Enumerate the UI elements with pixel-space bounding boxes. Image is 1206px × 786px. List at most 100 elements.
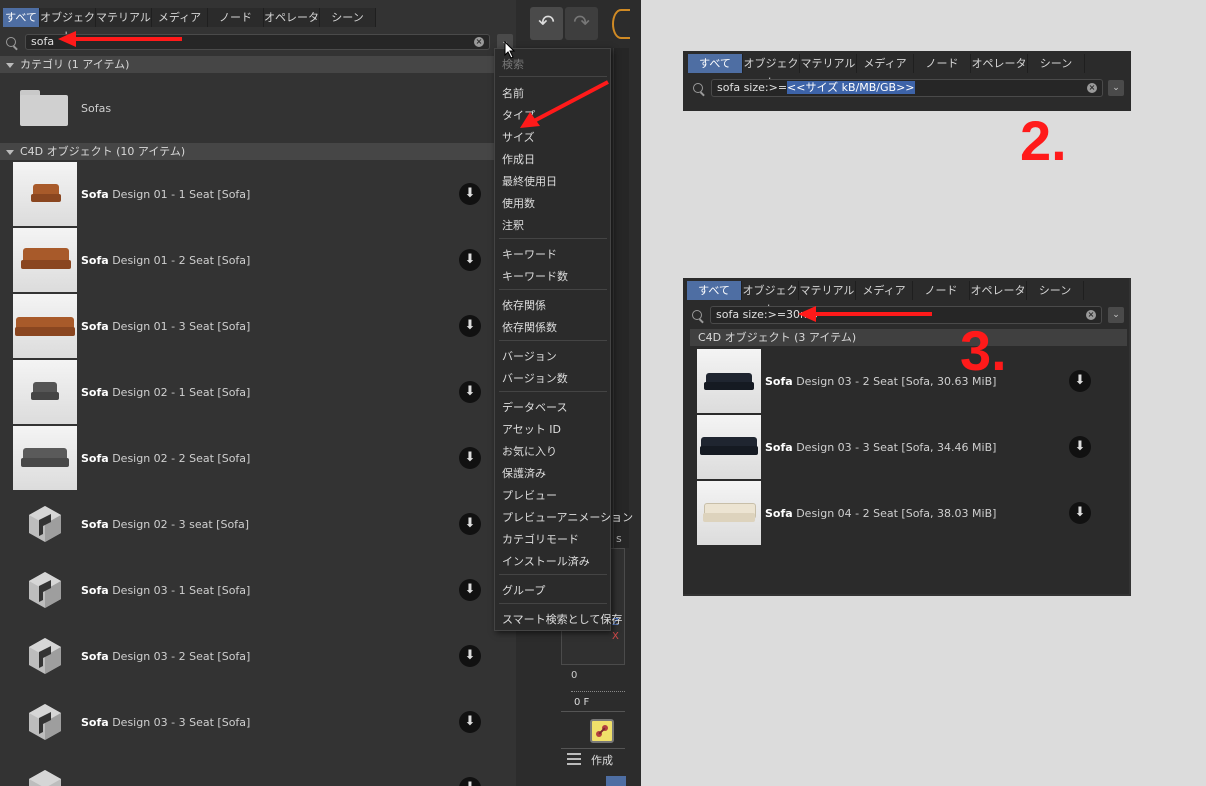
tab-media[interactable]: メディア (857, 54, 914, 73)
tab-operators[interactable]: オペレータ (971, 54, 1028, 73)
list-item[interactable]: Sofa Design 01 - 2 Seat [Sofa] ⬇ (13, 228, 481, 292)
download-icon[interactable]: ⬇ (459, 513, 481, 535)
download-icon[interactable]: ⬇ (1069, 436, 1091, 458)
menu-item-keyword-count[interactable]: キーワード数 (502, 268, 568, 284)
menu-item-favorites[interactable]: お気に入り (502, 443, 557, 459)
menu-item-size[interactable]: サイズ (502, 129, 535, 145)
tab-scenes[interactable]: シーン (1027, 281, 1084, 300)
tab-objects[interactable]: オブジェクト (742, 281, 799, 316)
tab-media[interactable]: メディア (152, 8, 208, 27)
item-label: Sofa Design 03 - 3 Seat [Sofa] (81, 715, 251, 729)
menu-item-database[interactable]: データベース (502, 399, 567, 415)
download-icon[interactable]: ⬇ (459, 381, 481, 403)
tab-nodes[interactable]: ノード (913, 281, 970, 300)
list-item[interactable]: Sofa Design 04 - 2 Seat [Sofa, 38.03 MiB… (697, 481, 1091, 545)
tab-all[interactable]: すべて (3, 8, 40, 27)
menu-item-last-used[interactable]: 最終使用日 (502, 173, 557, 189)
clear-search-icon[interactable]: × (1087, 83, 1097, 93)
tab-scenes[interactable]: シーン (1028, 54, 1085, 73)
objects-section-header[interactable]: C4D オブジェクト (3 アイテム) (690, 329, 1127, 346)
tab-materials[interactable]: マテリアル (799, 281, 856, 300)
download-icon[interactable]: ⬇ (459, 447, 481, 469)
list-item[interactable]: Sofa Design 03 - 2 Seat [Sofa] ⬇ (13, 624, 481, 688)
hamburger-menu-icon[interactable] (567, 753, 581, 765)
clear-search-icon[interactable]: × (1086, 310, 1096, 320)
category-section-header[interactable]: カテゴリ (1 アイテム) (0, 56, 516, 73)
tab-all[interactable]: すべて (687, 281, 742, 300)
collapse-triangle-icon (6, 149, 14, 155)
objects-header-label: C4D オブジェクト (3 アイテム) (698, 331, 857, 344)
tab-operators[interactable]: オペレータ (264, 8, 320, 27)
tab-nodes[interactable]: ノード (208, 8, 264, 27)
search-options-dropdown-button[interactable]: ⌄ (1108, 307, 1124, 323)
tab-objects[interactable]: オブジェクト (40, 8, 96, 43)
objects-section-header[interactable]: C4D オブジェクト (10 アイテム) (0, 143, 516, 160)
red-arrow-icon (58, 31, 182, 47)
axis-x-label: X (612, 631, 619, 642)
menu-item-category-mode[interactable]: カテゴリモード (502, 531, 579, 547)
download-icon[interactable]: ⬇ (459, 183, 481, 205)
download-icon[interactable]: ⬇ (459, 777, 481, 786)
search-options-dropdown-button[interactable]: ⌄ (1108, 80, 1124, 96)
tab-all[interactable]: すべて (688, 54, 743, 73)
item-label: Sofa Design 03 - 2 Seat [Sofa] (81, 649, 251, 663)
download-icon[interactable]: ⬇ (1069, 502, 1091, 524)
menu-item-preview[interactable]: プレビュー (502, 487, 557, 503)
render-icon[interactable] (612, 9, 630, 39)
menu-item-save-smart-search[interactable]: スマート検索として保存 (502, 611, 622, 627)
create-menu-label[interactable]: 作成 (591, 752, 613, 768)
list-item[interactable]: Sofa Design 02 - 3 seat [Sofa] ⬇ (13, 492, 481, 556)
download-icon[interactable]: ⬇ (459, 711, 481, 733)
download-icon[interactable]: ⬇ (459, 645, 481, 667)
download-icon[interactable]: ⬇ (1069, 370, 1091, 392)
download-icon[interactable]: ⬇ (459, 249, 481, 271)
clear-search-icon[interactable]: × (474, 37, 484, 47)
download-icon[interactable]: ⬇ (459, 579, 481, 601)
list-item[interactable]: Sofa Design 02 - 1 Seat [Sofa] ⬇ (13, 360, 481, 424)
menu-item-version[interactable]: バージョン (502, 348, 557, 364)
menu-item-created[interactable]: 作成日 (502, 151, 535, 167)
menu-item-preview-animation[interactable]: プレビューアニメーション (502, 509, 633, 525)
list-item[interactable]: Sofa Design 01 - 3 Seat [Sofa] ⬇ (13, 294, 481, 358)
partial-tab[interactable] (606, 776, 626, 786)
list-item[interactable]: Sofa Design 03 - 3 Seat [Sofa] ⬇ (13, 690, 481, 754)
key-record-button[interactable] (590, 719, 614, 743)
menu-item-dependencies[interactable]: 依存関係 (502, 297, 546, 313)
menu-item-protected[interactable]: 保護済み (502, 465, 546, 481)
redo-button[interactable]: ↷ (565, 7, 598, 40)
menu-item-version-count[interactable]: バージョン数 (502, 370, 568, 386)
tab-materials[interactable]: マテリアル (800, 54, 857, 73)
undo-button[interactable]: ↶ (530, 7, 563, 40)
list-item[interactable]: Sofa Design 02 - 2 Seat [Sofa] ⬇ (13, 426, 481, 490)
menu-separator (499, 574, 607, 575)
list-item[interactable]: Sofa Design 03 - 1 Seat [Sofa] ⬇ (13, 558, 481, 622)
list-item[interactable]: Sofa Design 03 - 3 Seat [Sofa, 34.46 MiB… (697, 415, 1091, 479)
tab-operators[interactable]: オペレータ (970, 281, 1027, 300)
search-input[interactable]: sofa size:>=<<サイズ kB/MB/GB>> × (711, 79, 1103, 97)
menu-item-keyword[interactable]: キーワード (502, 246, 557, 262)
search-value: sofa (31, 35, 55, 48)
list-item[interactable]: Sofa Design 01 - 1 Seat [Sofa] ⬇ (13, 162, 481, 226)
item-label: Sofa Design 02 - 1 Seat [Sofa] (81, 385, 251, 399)
collapse-triangle-icon (6, 62, 14, 68)
list-item-partial[interactable]: ⬇ (13, 756, 481, 786)
list-item[interactable]: Sofa Design 03 - 2 Seat [Sofa, 30.63 MiB… (697, 349, 1091, 413)
tab-objects[interactable]: オブジェクト (743, 54, 800, 89)
menu-item-annotation[interactable]: 注釈 (502, 217, 524, 233)
timeline-ruler[interactable] (571, 684, 625, 692)
folder-item[interactable]: Sofas (20, 76, 111, 140)
menu-item-group[interactable]: グループ (502, 582, 545, 598)
menu-separator (499, 340, 607, 341)
search-options-menu: 検索 名前 タイプ サイズ 作成日 最終使用日 使用数 注釈 キーワード キーワ… (494, 48, 633, 631)
menu-item-dependency-count[interactable]: 依存関係数 (502, 319, 557, 335)
tab-scenes[interactable]: シーン (320, 8, 376, 27)
tab-nodes[interactable]: ノード (914, 54, 971, 73)
filter-tabs: すべて オブジェクト マテリアル メディア ノード オペレータ シーン (687, 281, 1084, 316)
tab-materials[interactable]: マテリアル (96, 8, 152, 27)
menu-item-installed[interactable]: インストール済み (502, 553, 590, 569)
menu-item-asset-id[interactable]: アセット ID (502, 421, 561, 437)
divider (561, 711, 625, 712)
menu-item-use-count[interactable]: 使用数 (502, 195, 535, 211)
tab-media[interactable]: メディア (856, 281, 913, 300)
download-icon[interactable]: ⬇ (459, 315, 481, 337)
